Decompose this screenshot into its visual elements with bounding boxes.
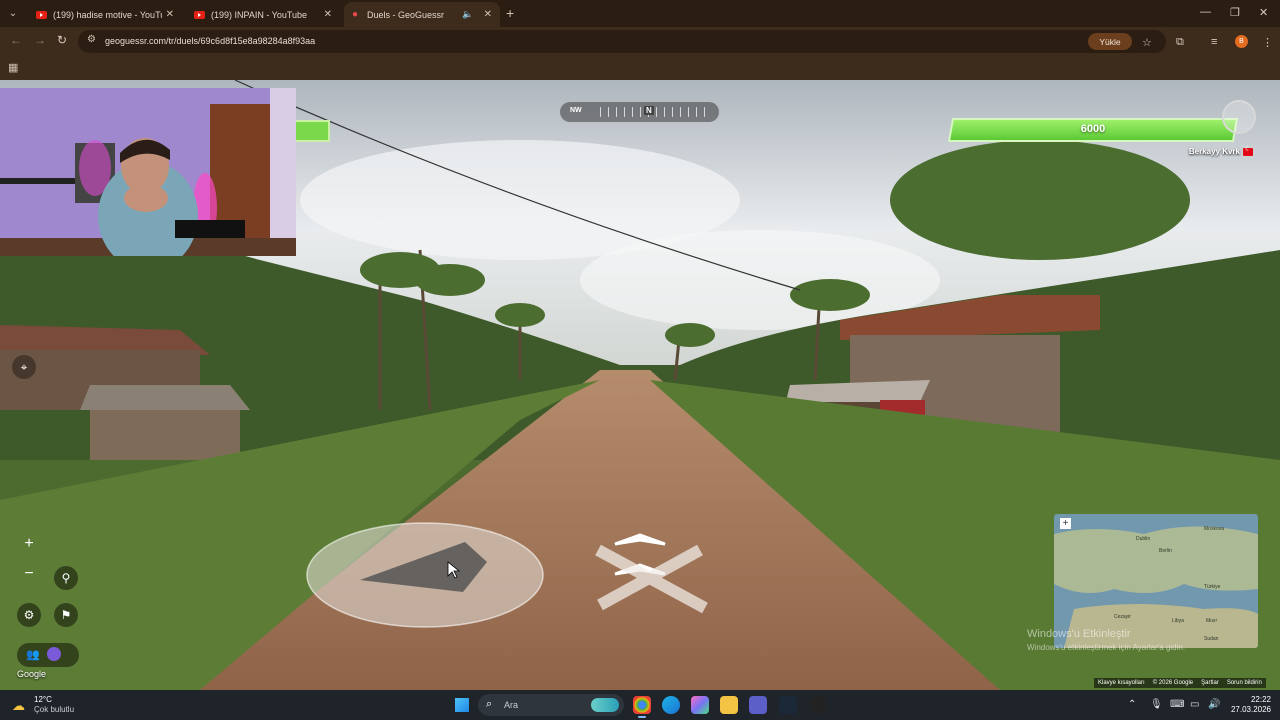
profile-avatar[interactable]: B bbox=[1235, 35, 1248, 48]
url-text: geoguessr.com/tr/duels/69c6d8f15e8a98284… bbox=[105, 36, 316, 46]
map-city-label: Türkiye bbox=[1204, 584, 1221, 590]
compass-ticks bbox=[600, 107, 710, 117]
report-problem-link[interactable]: Sorun bildirin bbox=[1227, 680, 1262, 686]
report-location-icon[interactable]: ⌖ bbox=[12, 355, 36, 379]
tab-title: (199) hadise motive - YouTube bbox=[53, 9, 162, 20]
extensions-icon[interactable]: ⧉ bbox=[1176, 36, 1184, 49]
new-tab-button[interactable]: + bbox=[506, 5, 514, 21]
close-window-button[interactable]: ✕ bbox=[1259, 6, 1268, 19]
address-bar[interactable]: ⚙ geoguessr.com/tr/duels/69c6d8f15e8a982… bbox=[78, 30, 1166, 53]
search-placeholder: Ara bbox=[504, 700, 519, 710]
back-button[interactable]: ← bbox=[10, 33, 22, 47]
forward-button[interactable]: → bbox=[34, 33, 46, 47]
steam-icon[interactable] bbox=[779, 696, 797, 714]
tab-title: Duels - GeoGuessr bbox=[367, 9, 445, 20]
minimap-expand-icon[interactable]: + bbox=[1060, 518, 1071, 529]
weather-temperature[interactable]: 12°C bbox=[34, 695, 52, 704]
start-button[interactable] bbox=[455, 698, 469, 712]
compass[interactable]: NW N bbox=[560, 102, 719, 122]
tab-geoguessr[interactable]: ● Duels - GeoGuessr 🔈 ✕ bbox=[344, 2, 500, 27]
copyright-text: © 2026 Google bbox=[1152, 680, 1194, 686]
display-icon[interactable]: ▭ bbox=[1190, 699, 1199, 710]
bookmarks-bar: ▦ bbox=[0, 56, 1280, 80]
youtube-icon bbox=[194, 10, 205, 19]
tab-strip: ⌄ (199) hadise motive - YouTube ✕ (199) … bbox=[0, 0, 1280, 27]
upload-label: Yükle bbox=[1099, 36, 1121, 47]
site-info-icon[interactable]: ⚙ bbox=[87, 34, 96, 45]
copilot-icon[interactable] bbox=[691, 696, 709, 714]
players-icon[interactable]: 👥 bbox=[26, 648, 40, 661]
emote-icon[interactable] bbox=[47, 647, 61, 661]
opponent-health-value: 6000 bbox=[1080, 123, 1106, 135]
keyboard-shortcuts-link[interactable]: Klavye kısayolları bbox=[1098, 680, 1145, 686]
flag-icon[interactable]: ⚑ bbox=[54, 603, 78, 627]
location-pin-icon: ● bbox=[352, 9, 359, 20]
close-tab-icon[interactable]: ✕ bbox=[484, 9, 492, 20]
map-attribution: Klavye kısayolları © 2026 Google Şartlar… bbox=[1094, 678, 1266, 688]
map-city-label: Berlin bbox=[1159, 548, 1172, 554]
emote-panel[interactable]: 👥 bbox=[17, 643, 79, 667]
zoom-out-button[interactable]: − bbox=[18, 563, 40, 585]
map-city-label: Mısır bbox=[1206, 618, 1218, 624]
taskbar-search[interactable]: ⌕ Ara bbox=[478, 694, 624, 716]
compass-label-n: N bbox=[644, 106, 654, 115]
tab-title: (199) INPAIN - YouTube bbox=[211, 9, 308, 20]
weather-condition[interactable]: Çok bulutlu bbox=[34, 705, 74, 714]
menu-icon[interactable]: ⋮ bbox=[1262, 36, 1273, 49]
record-app-icon[interactable] bbox=[809, 696, 827, 714]
map-city-label: Dublin bbox=[1136, 536, 1151, 542]
show-hidden-icons[interactable]: ⌃ bbox=[1128, 699, 1136, 710]
restore-button[interactable]: ❐ bbox=[1230, 6, 1240, 19]
map-city-label: Sudan bbox=[1204, 636, 1219, 642]
bookmark-star-icon[interactable]: ☆ bbox=[1142, 36, 1152, 49]
weather-cloud-icon[interactable]: ☁ bbox=[12, 698, 25, 714]
watermark-subtitle: Windows'u etkinleştirmek için Ayarlar'a … bbox=[1027, 643, 1186, 652]
close-tab-icon[interactable]: ✕ bbox=[166, 9, 174, 20]
windows-taskbar: ☁ 12°C Çok bulutlu ⌕ Ara ⌃ 🎙 ⌨ ▭ 🔊 22:22… bbox=[0, 690, 1280, 720]
windows-activation-watermark: Windows'u Etkinleştir Windows'u etkinleş… bbox=[1027, 628, 1185, 654]
google-logo: Google bbox=[17, 669, 47, 679]
search-icon: ⌕ bbox=[486, 698, 493, 710]
compass-label-nw: NW bbox=[570, 107, 582, 114]
own-health-bar bbox=[296, 120, 330, 142]
map-city-label: Libya bbox=[1172, 618, 1184, 624]
youtube-icon bbox=[36, 10, 47, 19]
close-tab-icon[interactable]: ✕ bbox=[324, 9, 332, 20]
keyboard-icon[interactable]: ⌨ bbox=[1170, 699, 1184, 710]
tab-search-icon[interactable]: ⌄ bbox=[4, 5, 22, 23]
watermark-title: Windows'u Etkinleştir bbox=[1027, 628, 1131, 640]
teams-icon[interactable] bbox=[749, 696, 767, 714]
edge-icon[interactable] bbox=[662, 696, 680, 714]
terms-link[interactable]: Şartlar bbox=[1201, 680, 1219, 686]
clock-date: 27.03.2026 bbox=[1230, 705, 1271, 714]
search-highlight-image bbox=[591, 698, 619, 712]
webcam-image bbox=[0, 88, 296, 256]
tab-youtube-inpain[interactable]: (199) INPAIN - YouTube ✕ bbox=[186, 2, 340, 27]
microphone-icon[interactable]: 🎙 bbox=[1150, 699, 1163, 710]
upload-button[interactable]: Yükle bbox=[1088, 33, 1132, 50]
return-to-start-icon[interactable]: ⚲ bbox=[54, 566, 78, 590]
tab-youtube-hadise[interactable]: (199) hadise motive - YouTube ✕ bbox=[28, 2, 182, 27]
minimize-button[interactable]: — bbox=[1200, 6, 1211, 18]
volume-icon[interactable]: 🔊 bbox=[1208, 699, 1220, 710]
street-view-panorama[interactable]: NW N 6000 Berkayy Kvrk ⌖ + − ⚲ ⚙ ⚑ bbox=[0, 80, 1280, 690]
map-city-label: Moskova bbox=[1204, 526, 1225, 532]
settings-gear-icon[interactable]: ⚙ bbox=[17, 603, 41, 627]
speaker-icon[interactable]: 🔈 bbox=[462, 9, 473, 20]
reload-button[interactable]: ↻ bbox=[57, 33, 67, 47]
file-explorer-icon[interactable] bbox=[720, 696, 738, 714]
map-city-label: Cezayir bbox=[1114, 614, 1131, 620]
webcam-overlay bbox=[0, 88, 296, 256]
zoom-in-button[interactable]: + bbox=[18, 533, 40, 555]
system-clock[interactable]: 22:22 27.03.2026 bbox=[1227, 695, 1271, 715]
apps-grid-icon[interactable]: ▦ bbox=[8, 61, 18, 74]
opponent-name: Berkayy Kvrk bbox=[1188, 147, 1240, 156]
turkey-flag-icon bbox=[1243, 145, 1253, 156]
media-icon[interactable]: ≡ bbox=[1211, 36, 1217, 48]
chrome-icon[interactable] bbox=[633, 696, 651, 718]
opponent-avatar bbox=[1222, 100, 1256, 134]
clock-time: 22:22 bbox=[1250, 695, 1271, 704]
